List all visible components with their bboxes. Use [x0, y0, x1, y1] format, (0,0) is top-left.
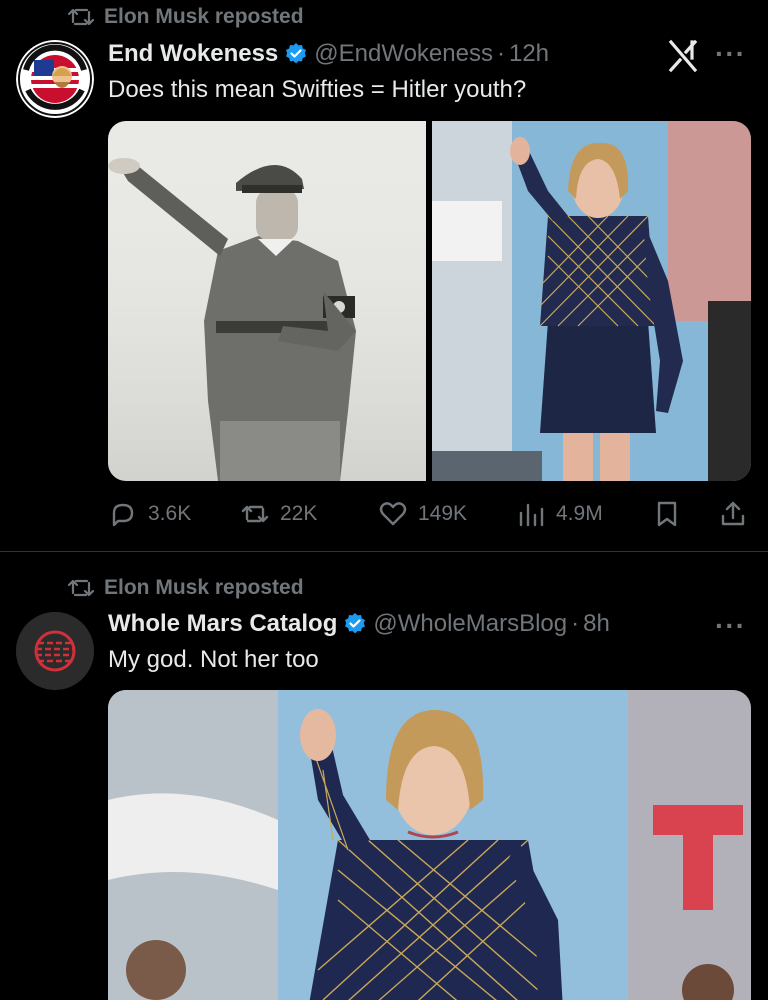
views-button[interactable]: 4.9M [516, 499, 603, 529]
views-count: 4.9M [556, 502, 603, 525]
post-header: Whole Mars Catalog @WholeMarsBlog · 8h [108, 610, 610, 638]
verified-badge-icon [286, 43, 307, 64]
post-text: My god. Not her too [108, 646, 319, 673]
like-count: 149K [418, 502, 468, 525]
mars-globe-icon [16, 612, 94, 690]
author-handle[interactable]: @EndWokeness [314, 40, 493, 68]
repost-icon [241, 505, 269, 523]
avatar[interactable] [16, 612, 94, 690]
repost-label: Elon Musk reposted [104, 576, 304, 599]
post-timestamp[interactable]: 12h [509, 40, 549, 68]
views-icon [519, 503, 544, 527]
photo-black-and-white-salute[interactable] [108, 121, 426, 481]
like-button[interactable]: 149K [378, 499, 467, 529]
bookmark-icon [657, 501, 677, 527]
post-timestamp[interactable]: 8h [583, 610, 610, 638]
repost-icon [68, 8, 94, 26]
repost-label: Elon Musk reposted [104, 5, 304, 28]
separator-dot: · [496, 40, 505, 67]
media-grid [108, 121, 751, 481]
repost-indicator: Elon Musk reposted [68, 5, 304, 29]
media-grid-svg [108, 121, 751, 481]
repost-icon [68, 579, 94, 597]
photo-performer-waving[interactable] [432, 121, 751, 481]
author-handle[interactable]: @WholeMarsBlog [373, 610, 567, 638]
post-end-wokeness[interactable]: Elon Musk reposted End Wokeness @EndWoke… [0, 0, 768, 552]
more-options-button[interactable]: ··· [715, 38, 746, 70]
share-icon [721, 501, 745, 526]
avatar[interactable] [16, 40, 94, 118]
verified-badge-icon [345, 613, 366, 634]
share-button[interactable] [718, 499, 748, 529]
repost-button[interactable]: 22K [240, 499, 317, 529]
reply-count: 3.6K [148, 502, 192, 525]
reply-icon [112, 503, 134, 527]
repost-count: 22K [280, 502, 318, 525]
post-text: Does this mean Swifties = Hitler youth? [108, 76, 527, 103]
author-name[interactable]: End Wokeness [108, 40, 278, 68]
bookmark-button[interactable] [652, 499, 682, 529]
author-name[interactable]: Whole Mars Catalog [108, 610, 337, 638]
repost-indicator: Elon Musk reposted [68, 576, 304, 600]
post-header: End Wokeness @EndWokeness · 12h [108, 40, 549, 68]
support-badge-icon [16, 40, 94, 118]
post-actions: 3.6K 22K 149K 4.9M [108, 496, 756, 532]
reply-button[interactable]: 3.6K [108, 499, 191, 529]
grok-icon[interactable] [665, 38, 701, 74]
media-single[interactable] [108, 690, 751, 1000]
separator-dot: · [571, 610, 580, 637]
post-whole-mars-catalog[interactable]: Elon Musk reposted Whole Mars Catalog @W… [0, 560, 768, 1000]
photo-performer-waving-closeup[interactable] [108, 690, 751, 1000]
heart-icon [379, 502, 407, 526]
more-options-button[interactable]: ··· [715, 610, 746, 642]
